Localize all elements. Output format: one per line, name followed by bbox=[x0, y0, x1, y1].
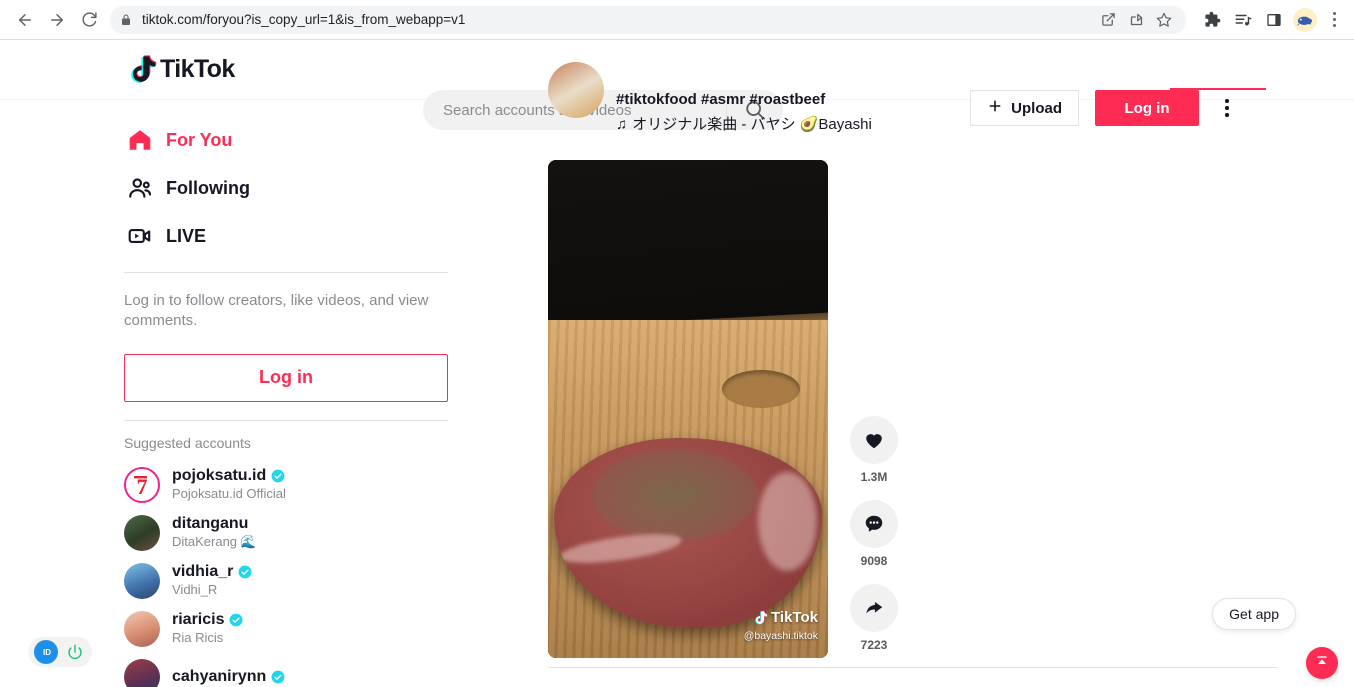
follow-button-partial[interactable] bbox=[1170, 88, 1266, 90]
chrome-menu-icon[interactable] bbox=[1324, 12, 1344, 27]
share-icon[interactable] bbox=[1124, 8, 1148, 32]
like-action[interactable]: 1.3M bbox=[850, 416, 898, 484]
side-panel-icon[interactable] bbox=[1262, 8, 1286, 32]
suggested-accounts-title: Suggested accounts bbox=[124, 434, 251, 451]
video-row: TikTok @bayashi.tiktok 1.3M 9098 7223 bbox=[548, 160, 1354, 658]
post-caption-block: #tiktokfood #asmr #roastbeef ♫ オリジナル楽曲 -… bbox=[616, 88, 872, 138]
sidebar-item-label: LIVE bbox=[166, 225, 207, 246]
account-display-name: Pojoksatu.id Official bbox=[172, 485, 286, 501]
reload-button[interactable] bbox=[74, 5, 104, 35]
share-count: 7223 bbox=[860, 638, 888, 652]
avatar bbox=[124, 658, 160, 687]
list-item[interactable]: riaricis Ria Ricis bbox=[124, 605, 356, 653]
account-meta: cahyanirynn bbox=[172, 667, 285, 686]
sidebar-item-label: Following bbox=[166, 177, 250, 198]
account-username: pojoksatu.id bbox=[172, 466, 286, 485]
comment-count: 9098 bbox=[860, 554, 888, 568]
video-board-groove bbox=[722, 370, 800, 408]
post-hashtags[interactable]: #tiktokfood #asmr #roastbeef bbox=[616, 88, 872, 112]
people-icon bbox=[124, 172, 156, 204]
power-icon[interactable] bbox=[64, 641, 86, 663]
avatar bbox=[124, 610, 160, 647]
account-username: vidhia_r bbox=[172, 562, 252, 581]
comment-action[interactable]: 9098 bbox=[850, 500, 898, 568]
url-text: tiktok.com/foryou?is_copy_url=1&is_from_… bbox=[142, 12, 466, 27]
browser-toolbar-right bbox=[1194, 7, 1344, 32]
verified-badge-icon bbox=[230, 613, 243, 627]
video-highlight bbox=[757, 472, 817, 571]
verified-badge-icon bbox=[238, 565, 252, 579]
account-display-name: Ria Ricis bbox=[172, 629, 224, 645]
id-widget-icon[interactable]: ID bbox=[34, 640, 58, 664]
account-meta: riaricis Ria Ricis bbox=[172, 610, 243, 646]
avatar bbox=[124, 562, 160, 599]
bookmark-star-icon[interactable] bbox=[1152, 8, 1176, 32]
avatar: 7 bbox=[124, 466, 160, 503]
account-username: ditanganu bbox=[172, 515, 249, 533]
sidebar-item-label: For You bbox=[166, 129, 233, 150]
browser-toolbar: tiktok.com/foryou?is_copy_url=1&is_from_… bbox=[0, 0, 1354, 40]
share-action[interactable]: 7223 bbox=[850, 584, 898, 652]
sidebar: For You Following LIVE Log in to follow … bbox=[0, 100, 448, 687]
video-pepper-layer bbox=[591, 449, 758, 541]
home-icon bbox=[124, 124, 156, 156]
back-button[interactable] bbox=[10, 5, 40, 35]
like-count: 1.3M bbox=[860, 470, 888, 484]
live-video-icon bbox=[124, 220, 156, 252]
account-display-name: DitaKerang 🌊 bbox=[172, 533, 257, 549]
account-meta: vidhia_r Vidhi_R bbox=[172, 562, 252, 598]
music-note-icon: ♫ bbox=[616, 116, 628, 133]
list-item[interactable]: 7 pojoksatu.id Pojoksatu.id Official bbox=[124, 461, 356, 509]
share-icon[interactable] bbox=[850, 584, 898, 632]
list-item[interactable]: ditanganu DitaKerang 🌊 bbox=[124, 509, 356, 557]
corner-widgets: ID bbox=[28, 637, 92, 667]
browser-nav-buttons bbox=[10, 5, 104, 35]
account-meta: pojoksatu.id Pojoksatu.id Official bbox=[172, 466, 286, 502]
forward-button[interactable] bbox=[42, 5, 72, 35]
account-username: riaricis bbox=[172, 610, 243, 629]
watermark-handle: @bayashi.tiktok bbox=[743, 630, 818, 642]
svg-text:ID: ID bbox=[43, 648, 51, 657]
heart-icon[interactable] bbox=[850, 416, 898, 464]
video-watermark: TikTok @bayashi.tiktok bbox=[744, 609, 818, 644]
tiktok-logo[interactable]: TikTok bbox=[128, 54, 235, 86]
avatar bbox=[124, 514, 160, 551]
video-feed: #tiktokfood #asmr #roastbeef ♫ オリジナル楽曲 -… bbox=[356, 62, 1354, 687]
watermark-logo: TikTok bbox=[744, 609, 818, 626]
sidebar-item-live[interactable]: LIVE bbox=[124, 212, 356, 260]
feed-divider bbox=[548, 667, 1278, 668]
page-body: For You Following LIVE Log in to follow … bbox=[0, 62, 1354, 687]
music-title: オリジナル楽曲 - バヤシ 🥑Bayashi bbox=[632, 116, 872, 133]
account-username: cahyanirynn bbox=[172, 667, 285, 686]
sidebar-item-following[interactable]: Following bbox=[124, 164, 356, 212]
account-display-name: Vidhi_R bbox=[172, 581, 218, 597]
video-player[interactable]: TikTok @bayashi.tiktok bbox=[548, 160, 828, 658]
watermark-logo-text: TikTok bbox=[771, 609, 818, 626]
post-music[interactable]: ♫ オリジナル楽曲 - バヤシ 🥑Bayashi bbox=[616, 112, 872, 138]
list-item[interactable]: cahyanirynn bbox=[124, 653, 356, 687]
tiktok-logo-text: TikTok bbox=[160, 55, 235, 83]
scroll-to-top-button[interactable] bbox=[1306, 647, 1338, 679]
extensions-puzzle-icon[interactable] bbox=[1200, 8, 1224, 32]
omnibox-actions bbox=[1088, 8, 1176, 32]
verified-badge-icon bbox=[271, 469, 285, 483]
lock-icon bbox=[120, 14, 132, 26]
tiktok-note-icon bbox=[128, 54, 158, 86]
account-meta: ditanganu DitaKerang 🌊 bbox=[172, 514, 256, 550]
avatar[interactable] bbox=[548, 62, 604, 118]
video-actions: 1.3M 9098 7223 bbox=[850, 416, 898, 658]
media-playlist-icon[interactable] bbox=[1231, 8, 1255, 32]
address-bar[interactable]: tiktok.com/foryou?is_copy_url=1&is_from_… bbox=[110, 5, 1186, 34]
list-item[interactable]: vidhia_r Vidhi_R bbox=[124, 557, 356, 605]
post-header: #tiktokfood #asmr #roastbeef ♫ オリジナル楽曲 -… bbox=[548, 62, 1354, 138]
profile-avatar-icon[interactable] bbox=[1293, 7, 1317, 32]
video-fat-streak bbox=[558, 528, 684, 569]
verified-badge-icon bbox=[271, 670, 285, 683]
open-in-new-icon[interactable] bbox=[1096, 8, 1120, 32]
sidebar-item-for-you[interactable]: For You bbox=[124, 116, 356, 164]
scroll-to-top-icon bbox=[1314, 653, 1330, 674]
get-app-button[interactable]: Get app bbox=[1212, 598, 1296, 630]
comment-icon[interactable] bbox=[850, 500, 898, 548]
